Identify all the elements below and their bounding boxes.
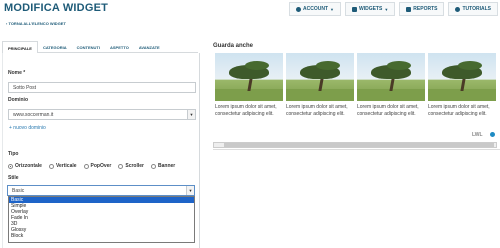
tree-landscape-thumbnail [215, 53, 283, 101]
radio-unchecked-icon [118, 163, 124, 169]
card-text: Lorem ipsum dolor sit amet, consectetur … [357, 104, 419, 117]
radio-label: Verticale [55, 163, 77, 169]
tutorials-button[interactable]: TUTORIALS [448, 2, 498, 16]
domain-value: www.soccerman.it [13, 112, 54, 118]
caret-down-icon: ▼ [330, 6, 334, 12]
page-title: MODIFICA WIDGET [4, 2, 109, 14]
radio-unchecked-icon [48, 163, 54, 169]
preview-scrollbar[interactable] [213, 142, 497, 148]
tab-avanzate[interactable]: AVANZATE [134, 41, 165, 53]
radio-unchecked-icon [151, 163, 156, 169]
radio-orizzontale[interactable]: Orizzontale [8, 163, 42, 169]
top-nav: ACCOUNT ▼ WIDGETS ▼ REPORTS TUTORIALS [289, 2, 498, 16]
radio-label: Banner [158, 163, 176, 169]
chevron-down-icon: ▼ [187, 110, 195, 119]
style-select[interactable]: Basic ▼ [7, 185, 195, 196]
account-menu-button[interactable]: ACCOUNT ▼ [289, 2, 341, 16]
tutorials-label: TUTORIALS [462, 6, 491, 12]
radio-label: Orizzontale [15, 163, 42, 169]
grid-icon [351, 6, 357, 12]
domain-select[interactable]: www.soccerman.it ▼ [8, 109, 196, 120]
preview-card[interactable]: Lorem ipsum dolor sit amet, consectetur … [428, 53, 496, 118]
widget-preview: Lorem ipsum dolor sit amet, consectetur … [213, 53, 500, 150]
widgets-label: WIDGETS [358, 6, 383, 12]
reports-label: REPORTS [413, 6, 438, 12]
style-dropdown-list: Basic Simple Overlay Fade In 3D Glossy B… [8, 196, 195, 243]
style-value: Basic [12, 188, 25, 194]
tab-categoria[interactable]: CATEGORIA [38, 41, 72, 53]
user-icon [296, 6, 302, 12]
reports-button[interactable]: REPORTS [399, 2, 445, 16]
name-field[interactable]: Sotto Post [8, 82, 196, 93]
type-radio-group: Orizzontale Verticale PopOver Scroller B… [8, 163, 175, 169]
type-label: Tipo [8, 151, 19, 157]
card-text: Lorem ipsum dolor sit amet, consectetur … [215, 104, 277, 117]
back-to-widget-list-link[interactable]: ‹ TORNA ALL'ELENCO WIDGET [6, 21, 66, 26]
card-text: Lorem ipsum dolor sit amet, consectetur … [428, 104, 490, 117]
radio-popover[interactable]: PopOver [83, 163, 112, 169]
radio-banner[interactable]: Banner [151, 163, 175, 169]
chevron-down-icon: ▼ [186, 186, 194, 195]
help-icon [455, 6, 461, 12]
tab-bar: PRINCIPALE CATEGORIA CONTENUTI ASPETTO A… [2, 41, 198, 53]
name-label: Nome * [8, 70, 26, 76]
tree-landscape-thumbnail [428, 53, 496, 101]
radio-scroller[interactable]: Scroller [118, 163, 144, 169]
style-option-block[interactable]: Block [9, 233, 194, 239]
style-label: Stile [8, 175, 19, 181]
top-bar: MODIFICA WIDGET ACCOUNT ▼ WIDGETS ▼ REPO… [0, 0, 500, 18]
radio-unchecked-icon [83, 163, 89, 169]
radio-label: PopOver [90, 163, 112, 169]
preview-card[interactable]: Lorem ipsum dolor sit amet, consectetur … [357, 53, 425, 118]
domain-label: Dominio [8, 97, 28, 103]
radio-verticale[interactable]: Verticale [48, 163, 77, 169]
tree-landscape-thumbnail [286, 53, 354, 101]
brand-logo: LWL [472, 132, 483, 138]
chart-icon [406, 6, 412, 12]
preview-card[interactable]: Lorem ipsum dolor sit amet, consectetur … [286, 53, 354, 118]
widgets-menu-button[interactable]: WIDGETS ▼ [344, 2, 396, 16]
preview-card[interactable]: Lorem ipsum dolor sit amet, consectetur … [215, 53, 283, 118]
tab-aspetto[interactable]: ASPETTO [105, 41, 134, 53]
tab-principale[interactable]: PRINCIPALE [2, 41, 38, 53]
tab-contenuti[interactable]: CONTENUTI [72, 41, 105, 53]
radio-checked-icon [8, 163, 13, 169]
preview-title: Guarda anche [213, 43, 254, 49]
radio-label: Scroller [125, 163, 144, 169]
new-domain-link[interactable]: + nuovo dominio [9, 125, 46, 131]
scrollbar-thumb[interactable] [224, 143, 494, 147]
tree-landscape-thumbnail [357, 53, 425, 101]
info-icon[interactable] [490, 132, 495, 137]
account-label: ACCOUNT [303, 6, 329, 12]
card-text: Lorem ipsum dolor sit amet, consectetur … [286, 104, 348, 117]
caret-down-icon: ▼ [384, 6, 389, 12]
